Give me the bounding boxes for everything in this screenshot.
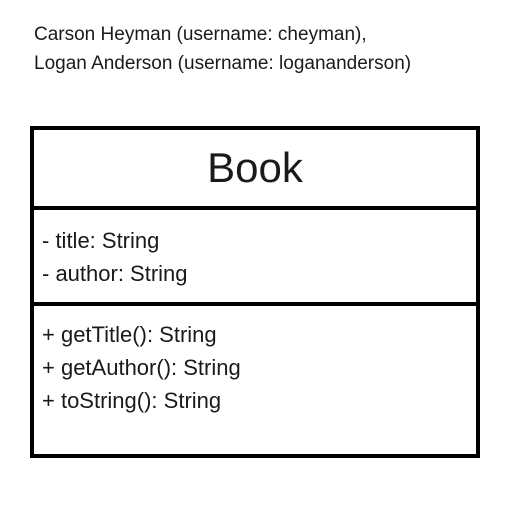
class-methods: + getTitle(): String + getAuthor(): Stri… xyxy=(34,306,476,417)
attribute-title: - title: String xyxy=(42,228,160,253)
uml-class-diagram: Book - title: String - author: String + … xyxy=(30,126,480,458)
class-name: Book xyxy=(34,130,476,210)
authors-text: Carson Heyman (username: cheyman), Logan… xyxy=(34,20,411,78)
class-attributes: - title: String - author: String xyxy=(34,210,476,306)
method-to-string: + toString(): String xyxy=(42,388,222,413)
method-get-author: + getAuthor(): String xyxy=(42,355,241,380)
method-get-title: + getTitle(): String xyxy=(42,322,217,347)
author-line-2: Logan Anderson (username: logananderson) xyxy=(34,53,412,74)
attribute-author: - author: String xyxy=(42,261,188,286)
author-line-1: Carson Heyman (username: cheyman), xyxy=(34,24,367,45)
